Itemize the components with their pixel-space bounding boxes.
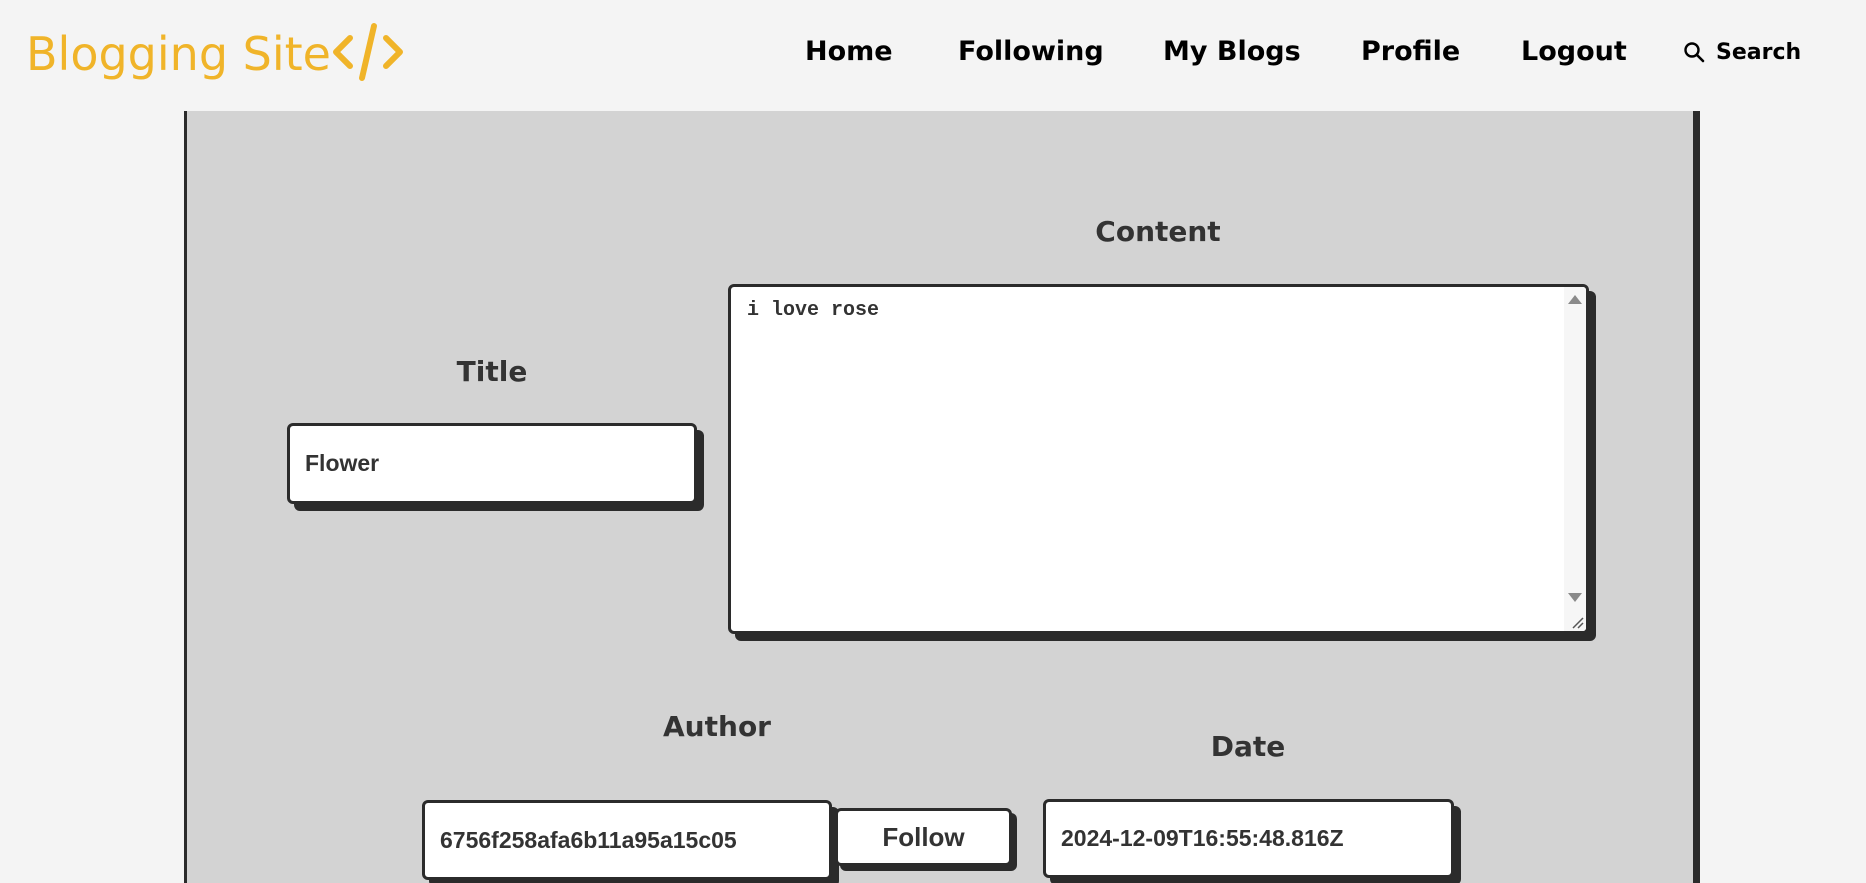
scroll-down-arrow-icon[interactable] <box>1568 593 1582 602</box>
title-label: Title <box>456 355 528 388</box>
nav-profile[interactable]: Profile <box>1361 34 1460 70</box>
content-text: i love rose <box>747 299 880 322</box>
nav-logout[interactable]: Logout <box>1521 34 1627 70</box>
search-icon <box>1684 42 1705 63</box>
scroll-up-arrow-icon[interactable] <box>1568 295 1582 304</box>
author-label: Author <box>663 710 771 743</box>
title-field[interactable]: Flower <box>287 423 697 504</box>
content-label: Content <box>1095 215 1221 248</box>
content-scrollbar[interactable] <box>1564 287 1586 631</box>
navbar: Blogging Site Home Following My Blogs Pr… <box>0 0 1866 111</box>
nav-my-blogs[interactable]: My Blogs <box>1163 34 1301 70</box>
code-brackets-icon <box>333 23 403 81</box>
search-label: Search <box>1716 39 1802 65</box>
author-field[interactable]: 6756f258afa6b11a95a15c05 <box>422 800 832 880</box>
search-button[interactable]: Search <box>1682 34 1801 70</box>
date-label: Date <box>1210 730 1286 763</box>
date-field[interactable]: 2024-12-09T16:55:48.816Z <box>1043 799 1454 878</box>
content-textarea[interactable]: i love rose <box>728 284 1589 634</box>
nav-following[interactable]: Following <box>958 34 1104 70</box>
brand-logo-text[interactable]: Blogging Site <box>26 22 331 86</box>
nav-home[interactable]: Home <box>805 34 893 70</box>
follow-button[interactable]: Follow <box>835 808 1012 866</box>
resize-grip-icon[interactable] <box>1570 615 1584 629</box>
